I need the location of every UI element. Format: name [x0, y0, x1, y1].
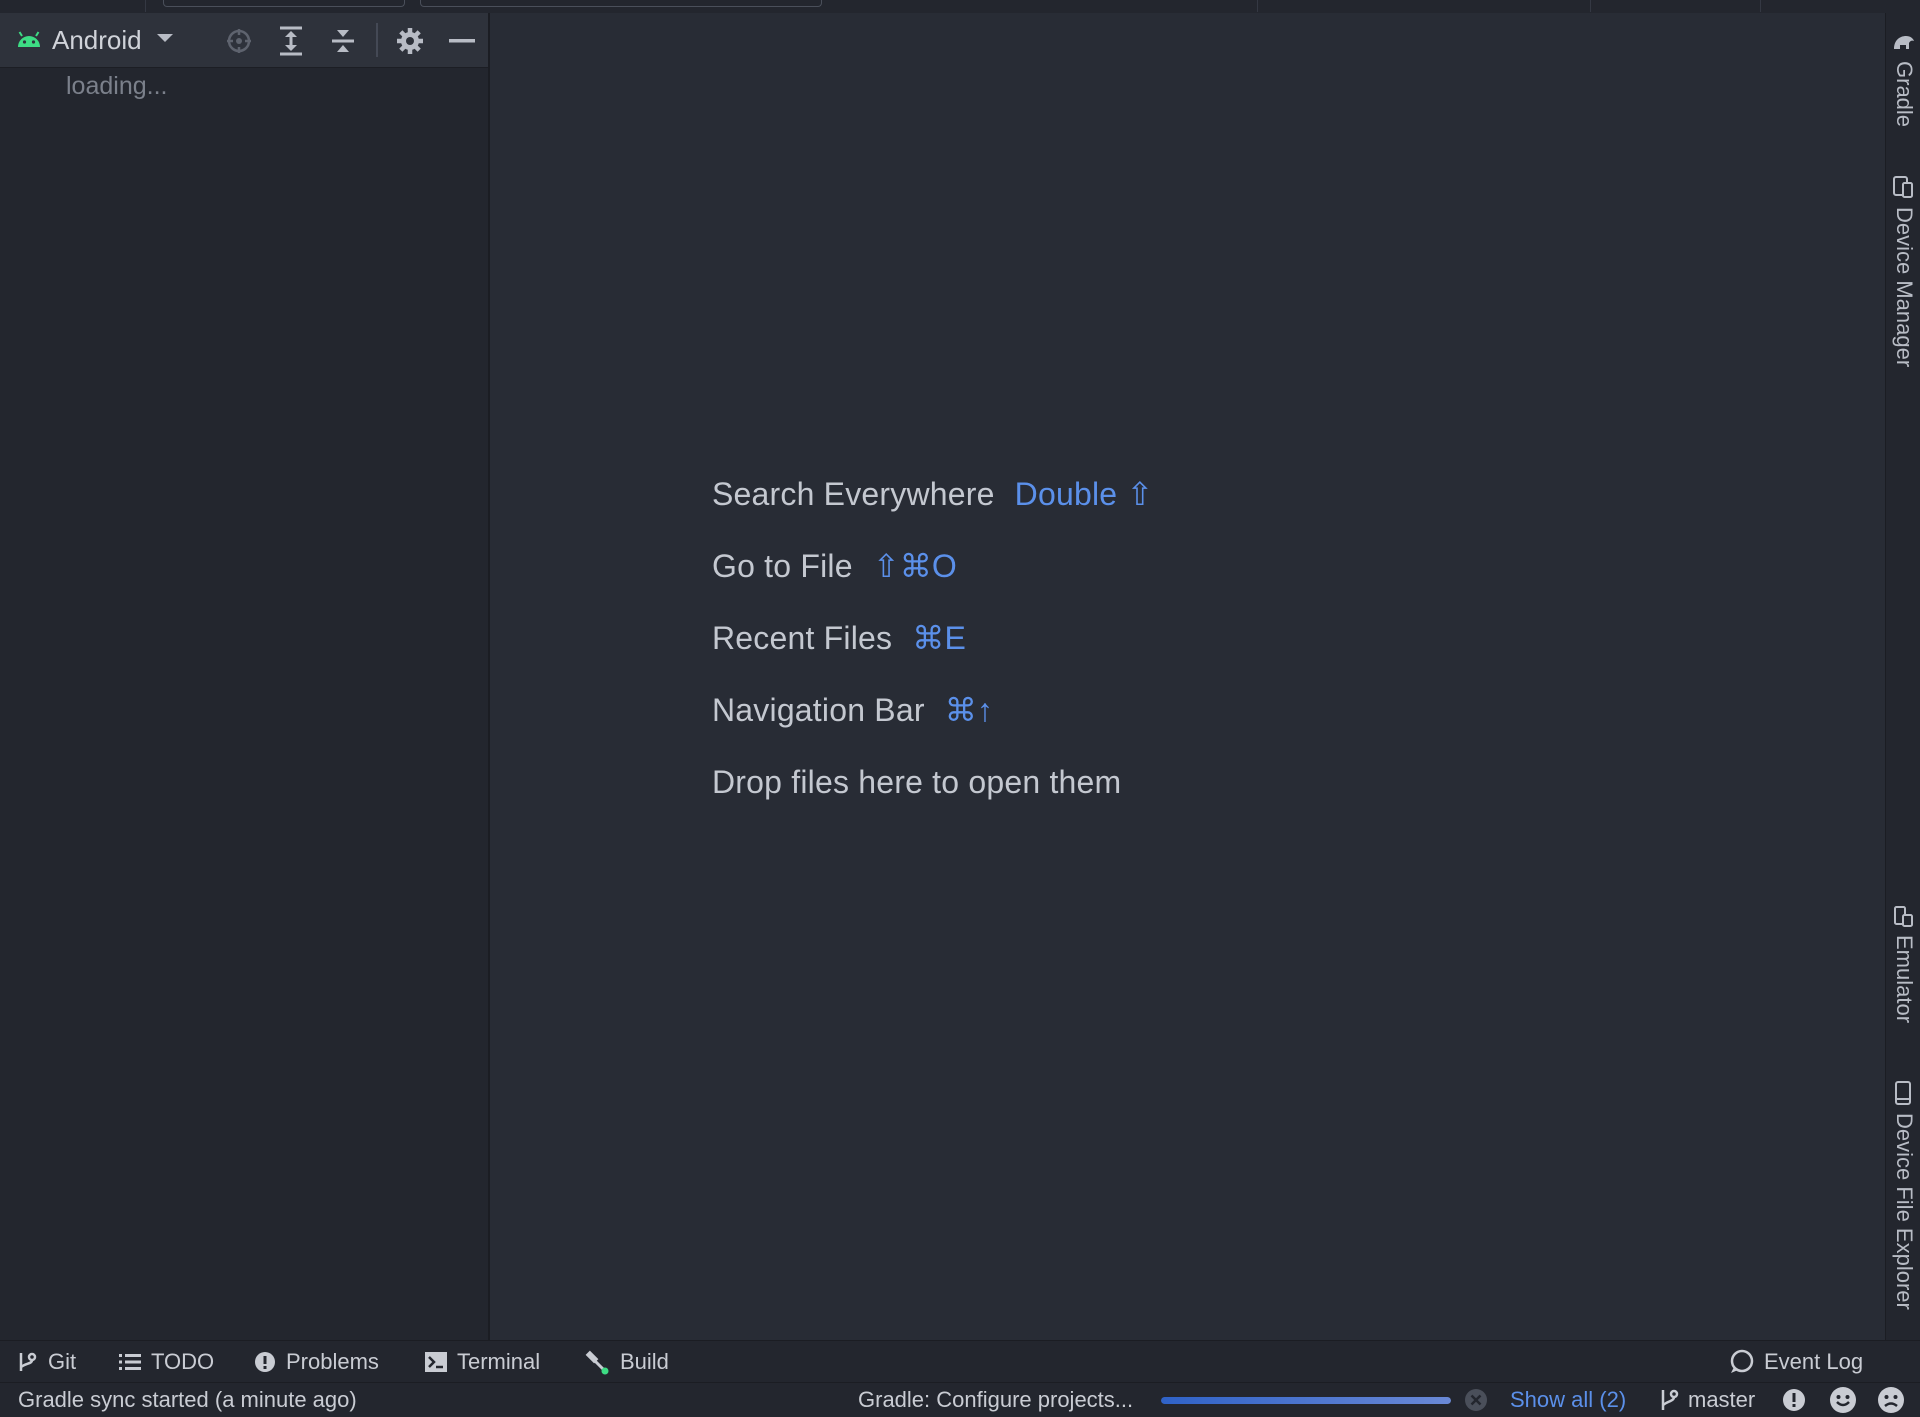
- tool-label: Problems: [286, 1349, 379, 1374]
- android-icon: [16, 27, 42, 54]
- hint-shortcut: Double ⇧: [1014, 476, 1154, 512]
- editor-tab[interactable]: [420, 0, 822, 7]
- phone-icon: [1892, 1081, 1914, 1105]
- problems-indicator[interactable]: [1782, 1383, 1806, 1417]
- frown-icon: [1878, 1387, 1904, 1413]
- toolbar-separator: [376, 23, 378, 57]
- collapse-all-icon[interactable]: [328, 26, 358, 56]
- hint-label: Recent Files: [712, 619, 893, 656]
- loading-text: loading...: [66, 72, 168, 100]
- chevron-down-icon: [156, 31, 174, 49]
- locate-icon[interactable]: [224, 26, 254, 56]
- tool-label: Event Log: [1764, 1349, 1864, 1374]
- divider: [1760, 0, 1761, 12]
- bottom-tool-bar: Git TODO Problems Terminal Build Event L…: [0, 1340, 1920, 1383]
- tool-label: Terminal: [457, 1349, 541, 1374]
- device-icon: [1892, 175, 1914, 198]
- terminal-icon: [425, 1352, 447, 1372]
- event-log-tool-button[interactable]: Event Log: [1728, 1341, 1863, 1383]
- progress-bar-fill: [1161, 1397, 1451, 1404]
- hint-shortcut: ⌘E: [912, 620, 966, 656]
- tool-label: Build: [620, 1349, 669, 1374]
- smile-icon: [1830, 1387, 1856, 1413]
- progress-bar: [1161, 1397, 1451, 1404]
- gradle-elephant-icon: [1892, 31, 1914, 53]
- hint-go-to-file: Go to File ⇧⌘O: [712, 544, 957, 588]
- background-task-label[interactable]: Gradle: Configure projects...: [858, 1383, 1133, 1417]
- status-bar: Gradle sync started (a minute ago) Gradl…: [0, 1382, 1920, 1417]
- todo-tool-button[interactable]: TODO: [119, 1341, 214, 1383]
- hint-shortcut: ⇧⌘O: [872, 548, 958, 584]
- hint-navigation-bar: Navigation Bar ⌘↑: [712, 688, 993, 732]
- close-icon: [1465, 1389, 1487, 1411]
- git-branch-widget[interactable]: master: [1658, 1383, 1755, 1417]
- cancel-task-button[interactable]: [1464, 1383, 1488, 1417]
- tool-label: TODO: [151, 1349, 215, 1374]
- list-icon: [119, 1354, 141, 1370]
- hint-label: Search Everywhere: [712, 475, 995, 512]
- right-tool-strip: Gradle Device Manager Emulator Device Fi…: [1885, 13, 1920, 1340]
- git-branch-icon: [19, 1352, 37, 1371]
- build-tool-button[interactable]: Build: [584, 1341, 669, 1383]
- tool-window-label: Device File Explorer: [1892, 1113, 1917, 1310]
- problems-tool-button[interactable]: Problems: [254, 1341, 379, 1383]
- hammer-icon: [585, 1350, 609, 1375]
- project-panel-toolbar: Android: [0, 13, 488, 68]
- show-all-tasks-link[interactable]: Show all (2): [1510, 1383, 1626, 1417]
- feedback-happy-button[interactable]: [1829, 1383, 1857, 1417]
- hint-label: Drop files here to open them: [712, 763, 1122, 800]
- gear-icon[interactable]: [395, 26, 425, 56]
- hint-label: Navigation Bar: [712, 691, 925, 728]
- branch-name: master: [1688, 1387, 1756, 1412]
- hint-drop-files: Drop files here to open them: [712, 760, 1121, 804]
- editor-empty-area[interactable]: Search Everywhere Double ⇧ Go to File ⇧⌘…: [490, 13, 1885, 1340]
- hint-shortcut: ⌘↑: [944, 692, 994, 728]
- speech-bubble-icon: [1730, 1349, 1754, 1373]
- gradle-tool-button[interactable]: Gradle: [1886, 31, 1920, 151]
- device-file-explorer-tool-button[interactable]: Device File Explorer: [1886, 1081, 1920, 1341]
- top-tab-strip: [0, 0, 1920, 14]
- tool-window-label: Device Manager: [1892, 207, 1917, 368]
- tool-window-label: Emulator: [1892, 935, 1917, 1024]
- terminal-tool-button[interactable]: Terminal: [425, 1341, 540, 1383]
- hint-search-everywhere: Search Everywhere Double ⇧: [712, 472, 1153, 516]
- hint-recent-files: Recent Files ⌘E: [712, 616, 966, 660]
- minimize-icon[interactable]: [447, 26, 477, 56]
- status-message[interactable]: Gradle sync started (a minute ago): [18, 1383, 357, 1417]
- emulator-tool-button[interactable]: Emulator: [1886, 905, 1920, 1055]
- divider: [145, 0, 146, 12]
- project-view-label: Android: [52, 24, 142, 55]
- hint-label: Go to File: [712, 547, 853, 584]
- divider: [1590, 0, 1591, 12]
- editor-tab[interactable]: [163, 0, 405, 7]
- project-view-selector[interactable]: Android: [16, 25, 174, 55]
- git-tool-button[interactable]: Git: [16, 1341, 76, 1383]
- expand-all-icon[interactable]: [276, 26, 306, 56]
- tool-window-label: Gradle: [1892, 61, 1917, 128]
- warning-circle-icon: [1783, 1389, 1805, 1411]
- device-manager-tool-button[interactable]: Device Manager: [1886, 175, 1920, 395]
- git-branch-icon: [1661, 1389, 1679, 1410]
- emulator-icon: [1892, 905, 1914, 927]
- tool-label: Git: [48, 1349, 77, 1374]
- divider: [1257, 0, 1258, 12]
- project-tool-window: Android loading...: [0, 13, 490, 1340]
- feedback-sad-button[interactable]: [1877, 1383, 1905, 1417]
- warning-circle-icon: [255, 1352, 275, 1372]
